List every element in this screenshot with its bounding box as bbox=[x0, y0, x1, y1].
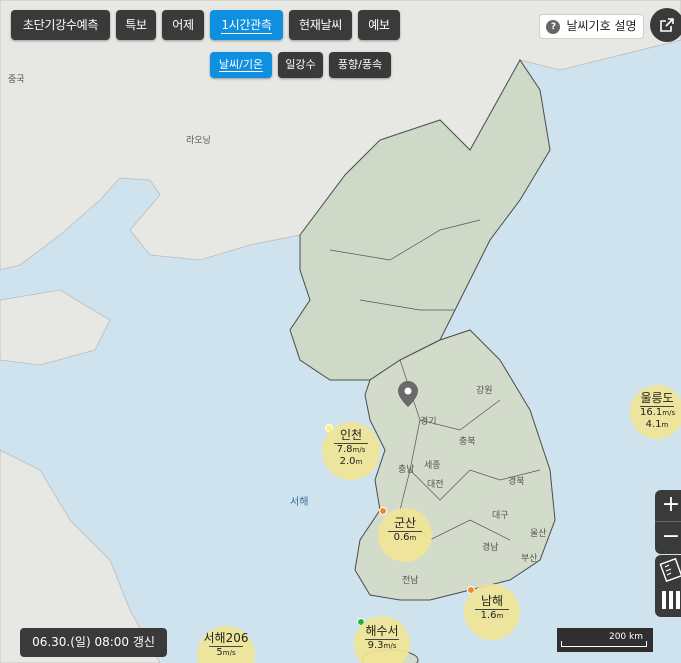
label-gyeonggi: 경기 bbox=[420, 417, 437, 427]
map-tools bbox=[655, 555, 681, 617]
label-jeonnam: 전남 bbox=[402, 576, 419, 586]
tab-hourly-observation[interactable]: 1시간관측 bbox=[210, 10, 283, 40]
label-daegu: 대구 bbox=[492, 511, 509, 521]
label-chungnam: 충남 bbox=[398, 465, 415, 475]
update-timestamp: 06.30.(일) 08:00 갱신 bbox=[20, 628, 167, 657]
station-dot bbox=[379, 507, 387, 515]
label-gangwon: 강원 bbox=[476, 386, 493, 396]
station-incheon[interactable]: 인천 7.8m/s 2.0m bbox=[322, 422, 380, 480]
station-haesuseo[interactable]: 해수서 9.3m/s bbox=[354, 616, 410, 663]
tab-yesterday[interactable]: 어제 bbox=[162, 10, 204, 40]
layers-icon[interactable] bbox=[655, 585, 681, 615]
tab-forecast[interactable]: 예보 bbox=[358, 10, 400, 40]
label-sejong: 세종 bbox=[424, 461, 441, 471]
label-yellow-sea: 서해 bbox=[290, 497, 309, 508]
station-seohae206[interactable]: 서해206 5m/s bbox=[197, 626, 255, 663]
zoom-in-button[interactable]: + bbox=[655, 490, 681, 522]
label-china: 중국 bbox=[8, 75, 25, 85]
help-icon: ? bbox=[546, 19, 561, 34]
tab-short-term-precip[interactable]: 초단기강수예측 bbox=[11, 10, 110, 40]
label-ulsan: 울산 bbox=[530, 529, 547, 539]
label-busan: 부산 bbox=[521, 554, 538, 564]
external-link-icon bbox=[660, 18, 674, 32]
station-namhae[interactable]: 남해 1.6m bbox=[464, 584, 520, 640]
label-gyeongnam: 경남 bbox=[482, 543, 499, 553]
zoom-control: + − bbox=[655, 490, 681, 554]
share-button[interactable] bbox=[650, 8, 681, 42]
label-chungbuk: 충북 bbox=[459, 437, 476, 447]
zoom-out-button[interactable]: − bbox=[655, 522, 681, 554]
subtab-wind[interactable]: 풍향/풍속 bbox=[329, 52, 391, 78]
tab-warnings[interactable]: 특보 bbox=[116, 10, 156, 40]
label-liaoning: 라오닝 bbox=[186, 136, 211, 146]
map-canvas[interactable] bbox=[0, 0, 681, 663]
station-gunsan[interactable]: 군산 0.6m bbox=[378, 508, 432, 562]
subtab-weather-temp[interactable]: 날씨/기온 bbox=[210, 52, 272, 78]
ruler-icon[interactable] bbox=[655, 555, 681, 585]
scale-bar: 200 km bbox=[557, 628, 653, 652]
weather-symbol-legend-button[interactable]: ? 날씨기호 설명 bbox=[539, 14, 644, 39]
label-gyeongbuk: 경북 bbox=[508, 477, 525, 487]
tab-current-weather[interactable]: 현재날씨 bbox=[289, 10, 352, 40]
station-ulleungdo[interactable]: 울릉도 16.1m/s 4.1m bbox=[630, 385, 681, 439]
subtab-daily-precip[interactable]: 일강수 bbox=[278, 52, 323, 78]
label-daejeon: 대전 bbox=[427, 480, 444, 490]
